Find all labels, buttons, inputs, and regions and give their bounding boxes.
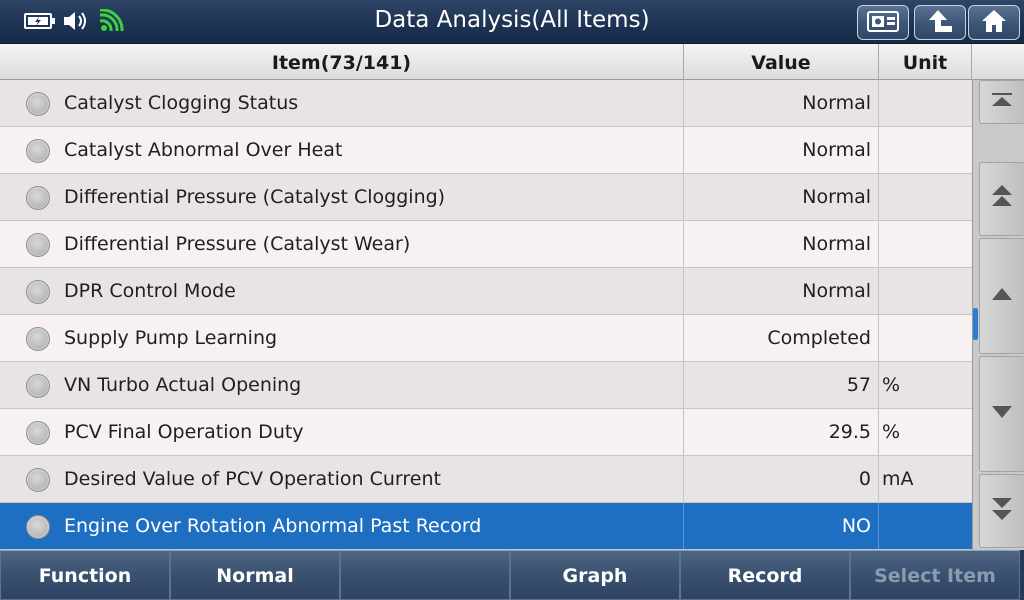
item-name: Catalyst Clogging Status (64, 92, 299, 114)
value-cell: Normal (684, 174, 879, 220)
table-row[interactable]: PCV Final Operation Duty 29.5 % (0, 409, 972, 456)
page-up-button[interactable] (979, 162, 1024, 236)
normal-button[interactable]: Normal (170, 550, 340, 600)
value-cell: Normal (684, 268, 879, 314)
table-row[interactable]: Differential Pressure (Catalyst Clogging… (0, 174, 972, 221)
screenshot-icon (866, 9, 900, 37)
back-button[interactable] (914, 5, 966, 40)
scroll-thumb[interactable] (973, 308, 978, 340)
radio-button[interactable] (26, 327, 50, 351)
blank-button[interactable] (340, 550, 510, 600)
item-cell: Engine Over Rotation Abnormal Past Recor… (0, 503, 684, 549)
value-cell: 0 (684, 456, 879, 502)
function-button[interactable]: Function (0, 550, 170, 600)
radio-button[interactable] (26, 515, 50, 539)
column-header-value[interactable]: Value (684, 44, 879, 80)
item-name: Supply Pump Learning (64, 327, 278, 349)
table-body: Catalyst Clogging Status Normal Catalyst… (0, 80, 972, 550)
item-cell: Catalyst Clogging Status (0, 80, 684, 126)
title-bar: Data Analysis(All Items) (0, 0, 1024, 44)
item-cell: VN Turbo Actual Opening (0, 362, 684, 408)
scrollbar[interactable] (972, 80, 1024, 550)
table-row[interactable]: Catalyst Clogging Status Normal (0, 80, 972, 127)
data-table: Item(73/141) Value Unit Catalyst Cloggin… (0, 44, 1024, 550)
page-down-button[interactable] (979, 474, 1024, 548)
unit-cell (879, 174, 972, 220)
unit-cell (879, 80, 972, 126)
page-up-icon (990, 184, 1014, 214)
item-name: Desired Value of PCV Operation Current (64, 468, 441, 490)
unit-cell (879, 315, 972, 361)
table-row[interactable]: VN Turbo Actual Opening 57 % (0, 362, 972, 409)
item-name: Engine Over Rotation Abnormal Past Recor… (64, 515, 482, 537)
item-cell: Differential Pressure (Catalyst Wear) (0, 221, 684, 267)
item-cell: PCV Final Operation Duty (0, 409, 684, 455)
table-header: Item(73/141) Value Unit (0, 44, 1024, 80)
back-arrow-icon (925, 8, 955, 38)
radio-button[interactable] (26, 186, 50, 210)
radio-button[interactable] (26, 280, 50, 304)
item-name: VN Turbo Actual Opening (64, 374, 302, 396)
value-cell: 57 (684, 362, 879, 408)
item-name: Catalyst Abnormal Over Heat (64, 139, 343, 161)
radio-button[interactable] (26, 233, 50, 257)
value-cell: Normal (684, 221, 879, 267)
unit-cell (879, 221, 972, 267)
table-row[interactable]: Desired Value of PCV Operation Current 0… (0, 456, 972, 503)
record-button[interactable]: Record (680, 550, 850, 600)
unit-cell: mA (882, 468, 914, 490)
radio-button[interactable] (26, 421, 50, 445)
item-cell: Catalyst Abnormal Over Heat (0, 127, 684, 173)
unit-cell (879, 127, 972, 173)
value-cell: 29.5 (684, 409, 879, 455)
item-name: Differential Pressure (Catalyst Clogging… (64, 186, 446, 208)
line-up-button[interactable] (979, 238, 1024, 354)
home-button[interactable] (968, 5, 1020, 40)
line-up-icon (990, 286, 1014, 306)
item-name: DPR Control Mode (64, 280, 236, 302)
column-header-unit[interactable]: Unit (879, 44, 972, 80)
table-row[interactable]: Differential Pressure (Catalyst Wear) No… (0, 221, 972, 268)
line-down-button[interactable] (979, 356, 1024, 472)
item-name: PCV Final Operation Duty (64, 421, 304, 443)
line-down-icon (990, 404, 1014, 424)
page-down-icon (990, 496, 1014, 526)
table-row[interactable]: DPR Control Mode Normal (0, 268, 972, 315)
select-item-button[interactable]: Select Item (850, 550, 1020, 600)
radio-button[interactable] (26, 139, 50, 163)
table-row[interactable]: Catalyst Abnormal Over Heat Normal (0, 127, 972, 174)
scroll-top-button[interactable] (979, 80, 1024, 124)
item-cell: Desired Value of PCV Operation Current (0, 456, 684, 502)
radio-button[interactable] (26, 468, 50, 492)
value-cell: NO (684, 503, 879, 549)
graph-button[interactable]: Graph (510, 550, 680, 600)
value-cell: Normal (684, 80, 879, 126)
unit-cell: % (882, 421, 901, 443)
item-cell: Supply Pump Learning (0, 315, 684, 361)
radio-button[interactable] (26, 374, 50, 398)
screenshot-button[interactable] (857, 5, 909, 40)
table-row[interactable]: Supply Pump Learning Completed (0, 315, 972, 362)
value-cell: Normal (684, 127, 879, 173)
column-header-item[interactable]: Item(73/141) (0, 44, 684, 80)
scroll-top-icon (990, 92, 1014, 112)
unit-cell (879, 503, 972, 549)
value-cell: Completed (684, 315, 879, 361)
item-cell: Differential Pressure (Catalyst Clogging… (0, 174, 684, 220)
home-icon (980, 8, 1008, 38)
table-row-selected[interactable]: Engine Over Rotation Abnormal Past Recor… (0, 503, 972, 550)
bottom-toolbar: Function Normal Graph Record Select Item (0, 550, 1024, 600)
unit-cell (879, 268, 972, 314)
item-name: Differential Pressure (Catalyst Wear) (64, 233, 411, 255)
item-cell: DPR Control Mode (0, 268, 684, 314)
unit-cell: % (882, 374, 901, 396)
radio-button[interactable] (26, 92, 50, 116)
